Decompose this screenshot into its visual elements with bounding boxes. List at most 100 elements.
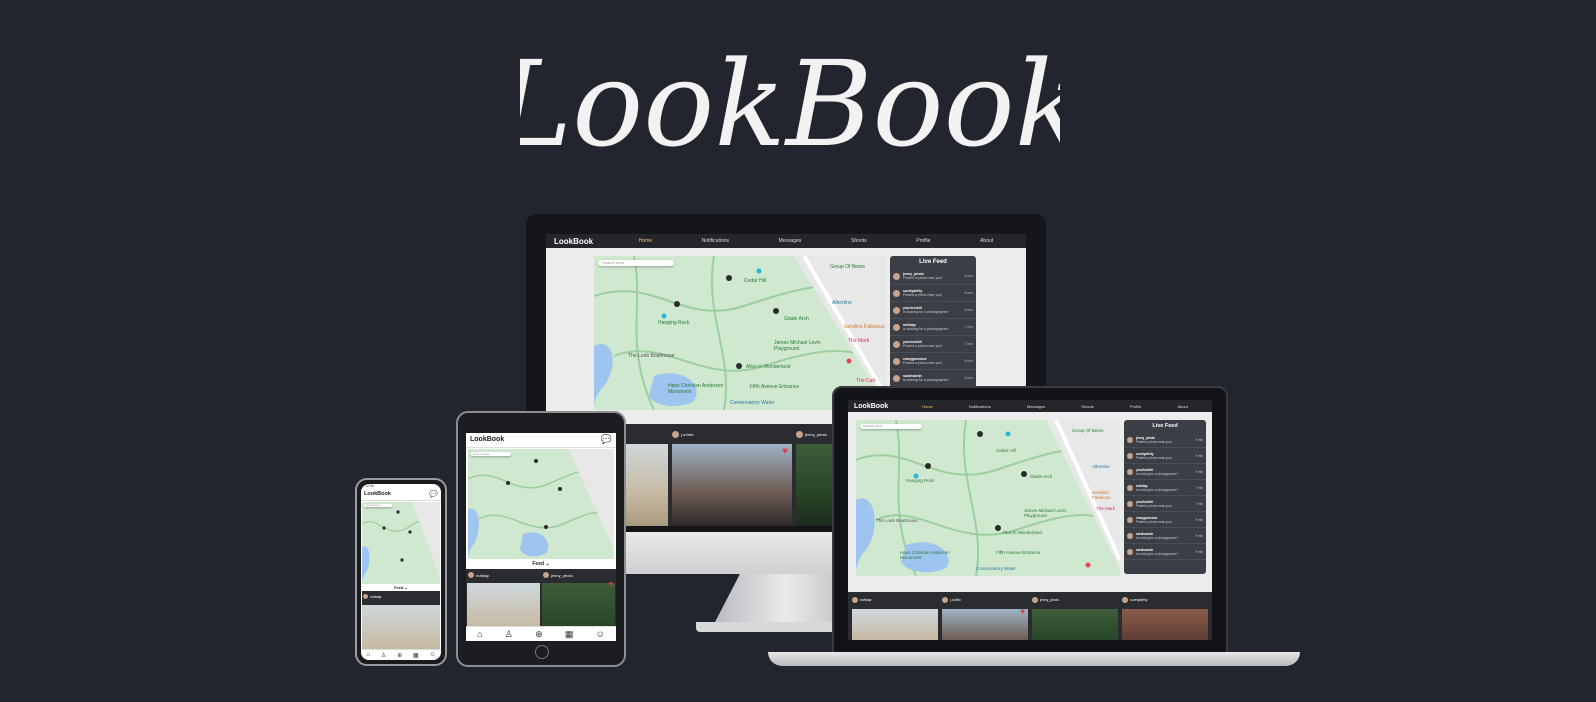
- heart-icon[interactable]: ♥: [1020, 607, 1025, 616]
- chat-icon[interactable]: 💬: [601, 434, 612, 445]
- nav-messages[interactable]: Messages: [1027, 404, 1045, 409]
- map-label-albertine: Albertine: [1092, 464, 1110, 469]
- card-username: nufstap: [370, 594, 382, 599]
- nav-shoots[interactable]: Shoots: [1081, 404, 1093, 409]
- nav-about[interactable]: About: [980, 238, 993, 244]
- map-label-albertine: Albertine: [832, 300, 852, 306]
- photo-card[interactable]: jenny_photo ♥: [542, 569, 615, 627]
- feed-item[interactable]: crazygonedoe Posted a photo near you! 8 mi…: [1124, 512, 1206, 528]
- avatar: [893, 323, 900, 331]
- home-icon[interactable]: ⌂: [477, 629, 482, 639]
- nav-home[interactable]: Home: [639, 238, 652, 244]
- avatar: [1127, 452, 1133, 459]
- feed-item[interactable]: yourlocibill Posted a photo near you! 7 mi…: [890, 336, 976, 353]
- avatar: [893, 306, 900, 314]
- shoots-icon[interactable]: ♙: [505, 629, 513, 640]
- tablet-map[interactable]: Search area: [468, 449, 614, 559]
- map-label-group-of-bears: Group Of Bears: [1072, 428, 1104, 433]
- feed-item[interactable]: surelyafeliy Posted a photo near you! 6 mi…: [1124, 448, 1206, 464]
- map-label-glade-arch: Glade Arch: [1030, 474, 1053, 479]
- feed-item[interactable]: yourlocibill Is looking for a photographe…: [1124, 464, 1206, 480]
- card-photo: [362, 605, 440, 649]
- photo-card[interactable]: nufstap: [362, 591, 440, 649]
- nav-profile[interactable]: Profile: [916, 238, 930, 244]
- avatar: [1127, 532, 1133, 539]
- nav-about[interactable]: About: [1177, 404, 1187, 409]
- map-label-cedar-hill: Cedar Hill: [744, 278, 766, 284]
- feed-item[interactable]: yourlocibill Is looking for a photographe…: [890, 302, 976, 319]
- phone-map[interactable]: Search area: [362, 502, 440, 584]
- photo-card[interactable]: nufstap: [852, 595, 938, 640]
- brand-title[interactable]: LookBook: [854, 403, 904, 410]
- nav-shoots[interactable]: Shoots: [851, 238, 867, 244]
- feed-item[interactable]: sarahsarah Is looking for a photographer!…: [890, 370, 976, 387]
- calendar-icon[interactable]: ▦: [565, 629, 574, 640]
- profile-icon[interactable]: ☺: [596, 629, 605, 639]
- avatar: [893, 357, 900, 365]
- nav-messages[interactable]: Messages: [779, 238, 802, 244]
- brand-title[interactable]: LookBook: [470, 436, 504, 443]
- add-icon[interactable]: ⊕: [397, 652, 402, 659]
- laptop-nav: LookBook Home Notifications Messages Sho…: [848, 400, 1212, 412]
- photo-card[interactable]: surelyafeliy: [1122, 595, 1208, 640]
- map-search-input[interactable]: Search area: [471, 452, 511, 456]
- feed-item[interactable]: jenny_photo Posted a photo near you! 5 min: [890, 268, 976, 285]
- photo-card[interactable]: j.a.felix ♥: [942, 595, 1028, 640]
- map-label-hanging-rock: Hanging Rock: [658, 320, 690, 326]
- laptop-screen: LookBook Home Notifications Messages Sho…: [848, 400, 1212, 640]
- laptop-photo-strip: nufstap j.a.felix ♥ jenny_photo surelyaf…: [848, 592, 1212, 640]
- profile-icon[interactable]: ☺: [429, 652, 435, 658]
- nav-notifications[interactable]: Notifications: [702, 238, 729, 244]
- feed-item[interactable]: jenny_photo Posted a photo near you! 5 min: [1124, 432, 1206, 448]
- avatar: [672, 430, 679, 438]
- nav-notifications[interactable]: Notifications: [969, 404, 991, 409]
- feed-toggle[interactable]: Feed ⌄: [361, 585, 441, 590]
- map-label-hanging-rock: Hanging Rock: [906, 478, 935, 483]
- avatar: [1127, 468, 1133, 475]
- map-label-loeb-boathouse: The Loeb Boathouse: [876, 518, 918, 523]
- map-search-input[interactable]: Search area: [598, 260, 674, 266]
- avatar: [942, 597, 948, 603]
- home-icon[interactable]: ⌂: [366, 652, 370, 658]
- card-username: jenny_photo: [1040, 598, 1060, 602]
- calendar-icon[interactable]: ▦: [413, 652, 419, 659]
- phone-tab-bar: ⌂ ♙ ⊕ ▦ ☺: [361, 649, 441, 660]
- card-username: surelyafeliy: [1130, 598, 1148, 602]
- photo-card[interactable]: nufstap: [467, 569, 540, 627]
- feed-toggle[interactable]: Feed ⌄: [466, 561, 616, 567]
- card-username: jenny_photo: [551, 572, 573, 578]
- card-photo: [467, 583, 540, 627]
- photo-card[interactable]: jenny_photo: [1032, 595, 1118, 640]
- shoots-icon[interactable]: ♙: [381, 652, 386, 659]
- nav-home[interactable]: Home: [922, 404, 933, 409]
- avatar: [1032, 597, 1038, 603]
- phone: 12:34 LookBook 💬 Search area Feed ⌄ nufs…: [355, 478, 447, 666]
- lookbook-logo: LookBook: [492, 35, 1086, 173]
- tablet-home-button[interactable]: [535, 645, 549, 659]
- laptop-map[interactable]: Search area Cedar Hill Group Of Bears Ha…: [856, 420, 1120, 576]
- chat-icon[interactable]: 💬: [429, 490, 438, 498]
- feed-item[interactable]: yourlocibill Posted a photo near you! 7 mi…: [1124, 496, 1206, 512]
- feed-item[interactable]: nufstap Is looking for a photographer! 7 m…: [1124, 480, 1206, 496]
- phone-header: LookBook 💬: [361, 490, 441, 501]
- heart-icon[interactable]: ♥: [609, 581, 613, 588]
- card-username: j.a.felix: [681, 431, 694, 437]
- map-label-fifth-avenue: Fifth Avenue Entrance: [996, 550, 1041, 555]
- card-photo: [942, 609, 1028, 640]
- feed-item[interactable]: sarahsarah Is looking for a photographer!…: [1124, 544, 1206, 560]
- map-label-playground: James Michael Levin Playground: [774, 340, 821, 352]
- map-search-input[interactable]: Search area: [364, 504, 392, 507]
- nav-profile[interactable]: Profile: [1130, 404, 1141, 409]
- map-search-input[interactable]: Search area: [860, 424, 922, 429]
- logo-text: LookBook: [520, 40, 1060, 170]
- brand-title[interactable]: LookBook: [364, 491, 391, 497]
- map-label-andersen: Hans Christian Andersen Monument: [668, 383, 724, 395]
- feed-item[interactable]: nufstap Is looking for a photographer! 7 m…: [890, 319, 976, 336]
- brand-title[interactable]: LookBook: [554, 237, 614, 246]
- card-username: nufstap: [860, 598, 872, 602]
- feed-item[interactable]: sarahsarah Is looking for a photographer!…: [1124, 528, 1206, 544]
- feed-item[interactable]: surelyafeliy Posted a photo near you! 6 mi…: [890, 285, 976, 302]
- add-icon[interactable]: ⊕: [535, 629, 543, 640]
- avatar: [1127, 548, 1133, 555]
- feed-item[interactable]: crazygonedoe Posted a photo near you! 8 mi…: [890, 353, 976, 370]
